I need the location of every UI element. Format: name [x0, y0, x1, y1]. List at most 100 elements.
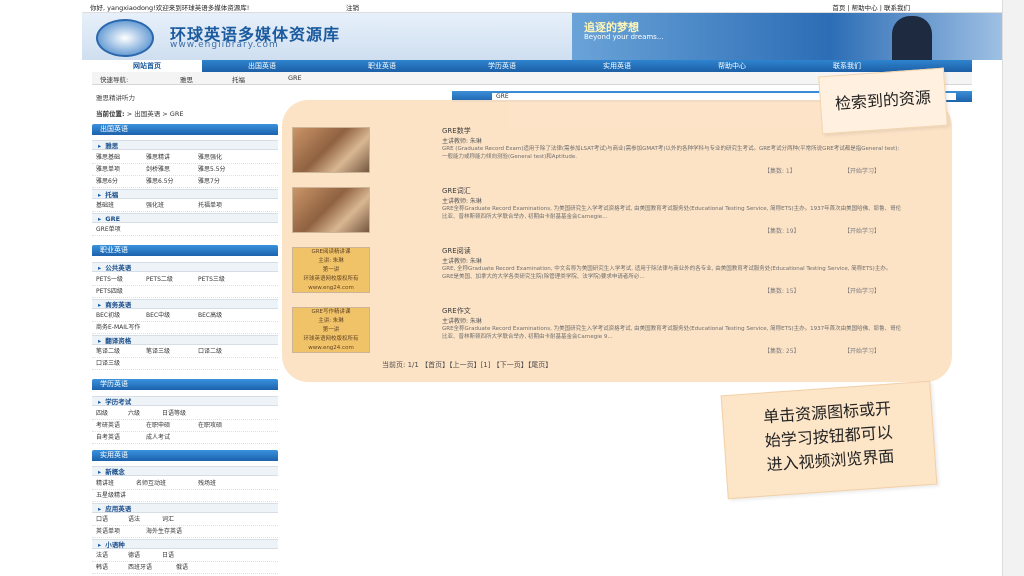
nav-item-degree-english[interactable]: 学历英语 — [447, 60, 557, 72]
result-title[interactable]: GRE词汇 — [442, 186, 471, 196]
sidebar-link[interactable]: 日语等级 — [162, 409, 186, 419]
sidebar-link[interactable]: 日语 — [162, 551, 174, 561]
pagination[interactable]: 当前页: 1/1 【首页】【上一页】[1] 【下一页】【尾页】 — [382, 360, 552, 370]
sidebar-link[interactable]: 雅思7分 — [198, 177, 220, 187]
sidebar-sub-business[interactable]: ▸ 商务英语 — [92, 299, 278, 309]
quick-nav-gre[interactable]: GRE — [288, 74, 302, 82]
top-links[interactable]: 首页 | 帮助中心 | 联系我们 — [832, 2, 910, 12]
sidebar-link[interactable]: 雅思单项 — [96, 165, 120, 175]
sidebar-link[interactable]: 精讲班 — [96, 479, 114, 489]
sidebar-sub-applied[interactable]: ▸ 应用英语 — [92, 503, 278, 513]
nav-item-home[interactable]: 网站首页 — [92, 60, 202, 72]
start-learning-button[interactable]: 【开始学习】 — [844, 226, 880, 235]
sidebar-category-career[interactable]: 职业英语 — [92, 245, 278, 256]
sidebar-sub-exam[interactable]: ▸ 学历考试 — [92, 396, 278, 406]
result-teacher: 主讲教师: 朱琳 — [442, 198, 482, 205]
graduate-figure-icon — [892, 16, 932, 60]
sidebar-link[interactable]: PETS一级 — [96, 275, 123, 285]
sidebar-link[interactable]: 自考英语 — [96, 433, 120, 443]
sidebar-link[interactable]: 商务E-MAIL写作 — [96, 323, 140, 333]
result-description: GRE全称Graduate Record Examinations, 为美国研究… — [442, 206, 902, 220]
sidebar-link[interactable]: 剑桥雅思 — [146, 165, 170, 175]
result-title[interactable]: GRE阅读 — [442, 246, 471, 256]
sidebar-link[interactable]: 韩语 — [96, 563, 108, 573]
sidebar-sub-nce[interactable]: ▸ 新概念 — [92, 466, 278, 476]
start-learning-button[interactable]: 【开始学习】 — [844, 166, 880, 175]
sidebar-link[interactable]: 在职申硕 — [146, 421, 170, 431]
sidebar-link[interactable]: 托福单项 — [198, 201, 222, 211]
sidebar-link[interactable]: 德语 — [128, 551, 140, 561]
breadcrumb-path[interactable]: > 出国英语 > GRE — [127, 110, 184, 118]
list-item: PETS一级 PETS二级 PETS三级 — [92, 275, 278, 286]
sidebar-sub-gre[interactable]: ▸ GRE — [92, 213, 278, 223]
sidebar-category-degree[interactable]: 学历英语 — [92, 379, 278, 390]
sidebar-link[interactable]: 雅思基础 — [96, 153, 120, 163]
sidebar-link[interactable]: 成人考试 — [146, 433, 170, 443]
sidebar-sub-ielts[interactable]: ▸ 雅思 — [92, 140, 278, 150]
resource-thumbnail[interactable] — [292, 187, 370, 233]
sidebar-link[interactable]: PETS三级 — [198, 275, 225, 285]
episode-count: 【集数: 19】 — [764, 228, 800, 235]
nav-item-contact[interactable]: 联系我们 — [792, 60, 902, 72]
logout-link[interactable]: 注销 — [346, 2, 359, 12]
featured-course-link[interactable]: 雅思精讲听力 — [96, 92, 135, 102]
sidebar-link[interactable]: 雅思强化 — [198, 153, 222, 163]
sidebar-link[interactable]: 法语 — [96, 551, 108, 561]
sidebar-link[interactable]: BEC初级 — [96, 311, 120, 321]
sidebar-link[interactable]: 俄语 — [176, 563, 188, 573]
sidebar-link[interactable]: 雅思6.5分 — [146, 177, 174, 187]
thumb-text: 主讲: 朱琳 — [318, 258, 344, 264]
sidebar-link[interactable]: 在职攻硕 — [198, 421, 222, 431]
nav-item-abroad-english[interactable]: 出国英语 — [207, 60, 317, 72]
sidebar-category-abroad[interactable]: 出国英语 — [92, 124, 278, 135]
sidebar-link[interactable]: PETS四级 — [96, 287, 123, 297]
nav-item-career-english[interactable]: 职业英语 — [327, 60, 437, 72]
sidebar-link[interactable]: 雅思精讲 — [146, 153, 170, 163]
thumb-text: GRE阅读精讲课 — [311, 249, 351, 255]
sidebar-sub-minor-languages[interactable]: ▸ 小语种 — [92, 539, 278, 549]
sidebar-link[interactable]: 六级 — [128, 409, 140, 419]
start-learning-button[interactable]: 【开始学习】 — [844, 346, 880, 355]
sidebar-link[interactable]: 语法 — [128, 515, 140, 525]
sidebar-link[interactable]: 名师互动班 — [136, 479, 166, 489]
sidebar-link[interactable]: BEC中级 — [146, 311, 170, 321]
nav-item-practical-english[interactable]: 实用英语 — [562, 60, 672, 72]
sidebar-category-practical[interactable]: 实用英语 — [92, 450, 278, 461]
scrollbar[interactable] — [1002, 0, 1024, 576]
sidebar-link[interactable]: 西班牙语 — [128, 563, 152, 573]
sidebar-link[interactable]: 口语 — [96, 515, 108, 525]
resource-thumbnail[interactable]: GRE写作精讲课 主讲: 朱琳 第一讲 环球英语网校版权所有 www.eng24… — [292, 307, 370, 353]
sidebar-link[interactable]: PETS二级 — [146, 275, 173, 285]
sidebar-link[interactable]: 残场班 — [198, 479, 216, 489]
sidebar-sub-translation[interactable]: ▸ 翻译资格 — [92, 335, 278, 345]
quick-nav-ielts[interactable]: 雅思 — [180, 74, 193, 84]
sidebar-link[interactable]: 四级 — [96, 409, 108, 419]
result-title[interactable]: GRE作文 — [442, 306, 471, 316]
result-title[interactable]: GRE数学 — [442, 126, 471, 136]
sidebar-link[interactable]: 雅思5.5分 — [198, 165, 226, 175]
start-learning-button[interactable]: 【开始学习】 — [844, 286, 880, 295]
logo-icon[interactable] — [96, 19, 154, 57]
resource-thumbnail[interactable]: GRE阅读精讲课 主讲: 朱琳 第一讲 环球英语网校版权所有 www.eng24… — [292, 247, 370, 293]
sidebar-link[interactable]: 口译二级 — [198, 347, 222, 357]
sidebar-link[interactable]: 基础班 — [96, 201, 114, 211]
sidebar-link[interactable]: GRE单项 — [96, 225, 121, 235]
sidebar-link[interactable]: 考研英语 — [96, 421, 120, 431]
sidebar-link[interactable]: BEC高级 — [198, 311, 222, 321]
sidebar-link[interactable]: 强化班 — [146, 201, 164, 211]
sidebar-link[interactable]: 五星级精讲 — [96, 491, 126, 501]
sidebar-link[interactable]: 口译三级 — [96, 359, 120, 369]
sidebar-link[interactable]: 词汇 — [162, 515, 174, 525]
sidebar-sub-public[interactable]: ▸ 公共英语 — [92, 262, 278, 272]
sidebar-link[interactable]: 笔译三级 — [146, 347, 170, 357]
site-banner: 环球英语多媒体资源库 www.englibrary.com 追逐的梦想 Beyo… — [82, 13, 1002, 60]
sidebar-link[interactable]: 英语单项 — [96, 527, 120, 537]
thumb-text: GRE写作精讲课 — [311, 309, 351, 315]
sidebar-link[interactable]: 雅思6分 — [96, 177, 118, 187]
sidebar-sub-toefl[interactable]: ▸ 托福 — [92, 189, 278, 199]
sidebar-link[interactable]: 海外生存英语 — [146, 527, 182, 537]
quick-nav-toefl[interactable]: 托福 — [232, 74, 245, 84]
sidebar-link[interactable]: 笔译二级 — [96, 347, 120, 357]
nav-item-help[interactable]: 帮助中心 — [677, 60, 787, 72]
resource-thumbnail[interactable] — [292, 127, 370, 173]
